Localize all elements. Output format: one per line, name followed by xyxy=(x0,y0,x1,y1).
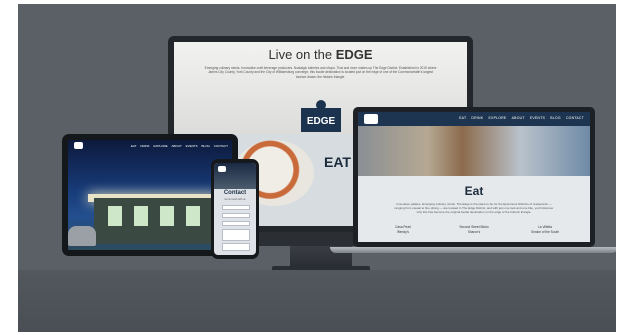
nav-item-events[interactable]: EVENTS xyxy=(186,144,198,148)
restaurant-name[interactable]: Wendy's xyxy=(378,230,428,235)
phone-logo-icon[interactable] xyxy=(218,166,226,172)
nav-item-about[interactable]: ABOUT xyxy=(172,144,182,148)
headline-bold: EDGE xyxy=(335,47,373,62)
restaurant-column: Casa Pearl Wendy's xyxy=(378,225,428,235)
nav-item-explore[interactable]: EXPLORE xyxy=(154,144,168,148)
contact-phone-field[interactable] xyxy=(222,221,250,226)
building-window xyxy=(186,206,200,226)
nav-item-drink[interactable]: DRINK xyxy=(140,144,149,148)
contact-email-field[interactable] xyxy=(222,213,250,218)
nav-item-about[interactable]: ABOUT xyxy=(512,116,525,120)
tablet-screen: EAT DRINK EXPLORE ABOUT EVENTS BLOG CONT… xyxy=(68,140,232,250)
nav-item-events[interactable]: EVENTS xyxy=(530,116,545,120)
laptop: EAT DRINK EXPLORE ABOUT EVENTS BLOG CONT… xyxy=(353,107,595,247)
headline-prefix: Live on the xyxy=(268,47,333,62)
laptop-navbar: EAT DRINK EXPLORE ABOUT EVENTS BLOG CONT… xyxy=(358,112,590,126)
nav-item-explore[interactable]: EXPLORE xyxy=(489,116,507,120)
laptop-eat-heading: Eat xyxy=(464,184,484,198)
restaurant-name[interactable]: Smoke of the South xyxy=(520,230,570,235)
restaurant-column: Second Street Bistro Sharon's xyxy=(449,225,499,235)
car-image xyxy=(68,226,96,246)
nav-item-contact[interactable]: CONTACT xyxy=(566,116,584,120)
restaurant-columns: Casa Pearl Wendy's Second Street Bistro … xyxy=(378,225,570,235)
nav-item-drink[interactable]: DRINK xyxy=(471,116,483,120)
desktop-description: Emerging culinary minds. Innovative craf… xyxy=(204,66,437,79)
laptop-logo-icon[interactable] xyxy=(364,114,378,124)
building-window xyxy=(160,206,174,226)
contact-message-field[interactable] xyxy=(222,229,250,241)
phone-contact-heading: Contact xyxy=(223,190,247,196)
laptop-screen: EAT DRINK EXPLORE ABOUT EVENTS BLOG CONT… xyxy=(358,112,590,242)
laptop-eat-description: Innovative palates. Emerging culinary mi… xyxy=(394,202,554,214)
laptop-nav-menu: EAT DRINK EXPLORE ABOUT EVENTS BLOG CONT… xyxy=(455,116,584,120)
contact-name-field[interactable] xyxy=(222,205,250,210)
nav-item-contact[interactable]: CONTACT xyxy=(214,144,228,148)
tablet-nav-menu: EAT DRINK EXPLORE ABOUT EVENTS BLOG CONT… xyxy=(128,144,228,148)
restaurant-photo xyxy=(358,126,590,176)
desktop-eat-heading: EAT xyxy=(324,154,351,170)
nav-item-eat[interactable]: EAT xyxy=(131,144,137,148)
phone-screen: Contact Get in touch with us xyxy=(214,163,256,255)
phone-contact-text: Get in touch with us xyxy=(224,198,246,201)
restaurant-column: La Villetta Smoke of the South xyxy=(520,225,570,235)
edge-logo[interactable]: EDGE xyxy=(301,108,341,132)
contact-submit-button[interactable] xyxy=(222,243,250,251)
building-window xyxy=(134,206,148,226)
building-window xyxy=(108,206,122,226)
tablet-navbar: EAT DRINK EXPLORE ABOUT EVENTS BLOG CONT… xyxy=(68,140,232,152)
laptop-base xyxy=(330,247,616,253)
nav-item-eat[interactable]: EAT xyxy=(459,116,466,120)
phone: Contact Get in touch with us xyxy=(211,159,259,259)
desktop-stand-foot xyxy=(272,266,370,272)
nav-item-blog[interactable]: BLOG xyxy=(550,116,561,120)
mockup-stage: Live on the EDGE Emerging culinary minds… xyxy=(18,4,616,332)
desktop-headline: Live on the EDGE xyxy=(174,47,467,62)
restaurant-name[interactable]: Sharon's xyxy=(449,230,499,235)
tablet-logo-icon[interactable] xyxy=(74,142,83,149)
nav-item-blog[interactable]: BLOG xyxy=(202,144,210,148)
